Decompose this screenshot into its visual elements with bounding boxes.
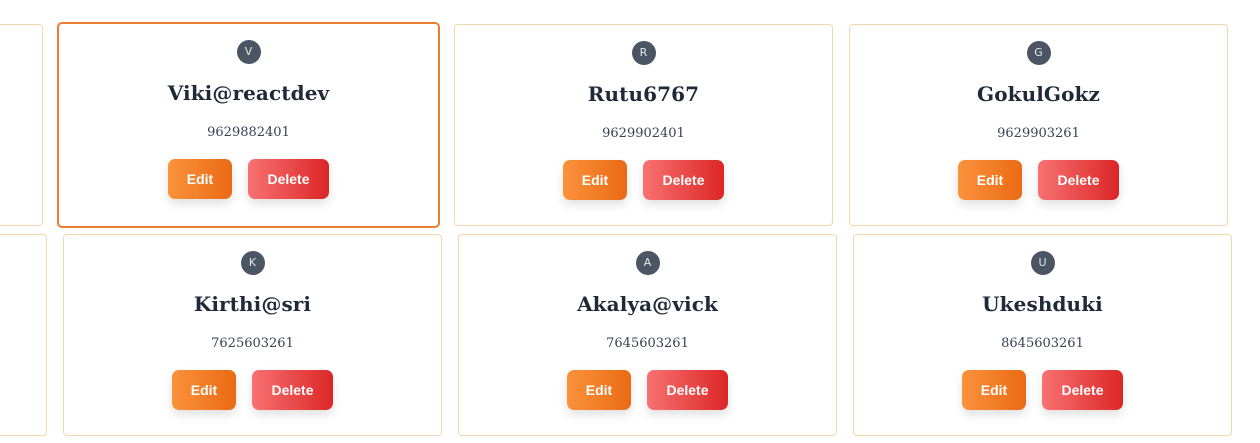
card-actions: Edit Delete <box>459 370 836 410</box>
user-name: Viki@reactdev <box>167 81 330 105</box>
card-actions: Edit Delete <box>64 370 441 410</box>
card-actions: Edit Delete <box>59 159 438 199</box>
user-card[interactable]: K Kirthi@sri 7625603261 Edit Delete <box>63 234 442 436</box>
user-card[interactable]: V Viki@reactdev 9629882401 Edit Delete <box>57 22 440 228</box>
edit-button[interactable]: Edit <box>962 370 1026 410</box>
delete-button[interactable]: Delete <box>643 160 724 200</box>
card-actions: Edit Delete <box>455 160 832 200</box>
card-actions: Edit Delete <box>850 160 1227 200</box>
delete-button[interactable]: Delete <box>1042 370 1123 410</box>
user-phone: 7625603261 <box>211 336 294 351</box>
avatar: A <box>635 251 660 275</box>
user-phone: 7645603261 <box>606 336 689 351</box>
user-phone: 9629882401 <box>207 125 290 140</box>
avatar: V <box>236 40 261 64</box>
delete-button[interactable]: Delete <box>248 159 329 199</box>
user-phone: 9629903261 <box>997 126 1080 141</box>
user-card[interactable]: A Akalya@vick 7645603261 Edit Delete <box>458 234 837 436</box>
edit-button[interactable]: Edit <box>958 160 1022 200</box>
delete-button[interactable]: Delete <box>647 370 728 410</box>
user-card[interactable]: G GokulGokz 9629903261 Edit Delete <box>849 24 1228 226</box>
avatar: U <box>1030 251 1055 275</box>
user-card-grid: V Viki@reactdev 9629882401 Edit Delete R … <box>0 0 1260 443</box>
avatar: G <box>1026 41 1051 65</box>
user-name: Akalya@vick <box>577 292 718 316</box>
edit-button[interactable]: Edit <box>567 370 631 410</box>
edit-button[interactable]: Edit <box>168 159 232 199</box>
edit-button[interactable]: Edit <box>172 370 236 410</box>
user-name: Rutu6767 <box>587 82 700 106</box>
card-actions: Edit Delete <box>854 370 1231 410</box>
user-name: GokulGokz <box>977 82 1100 106</box>
delete-button[interactable]: Delete <box>252 370 333 410</box>
avatar: K <box>240 251 265 275</box>
user-phone: 9629902401 <box>602 126 685 141</box>
delete-button[interactable]: Delete <box>1038 160 1119 200</box>
avatar: R <box>631 41 656 65</box>
user-name: Kirthi@sri <box>193 292 312 316</box>
user-card-partial <box>0 24 43 226</box>
user-card[interactable]: R Rutu6767 9629902401 Edit Delete <box>454 24 833 226</box>
user-card-partial <box>0 234 47 436</box>
user-card[interactable]: U Ukeshduki 8645603261 Edit Delete <box>853 234 1232 436</box>
user-name: Ukeshduki <box>982 292 1103 316</box>
user-phone: 8645603261 <box>1001 336 1084 351</box>
edit-button[interactable]: Edit <box>563 160 627 200</box>
